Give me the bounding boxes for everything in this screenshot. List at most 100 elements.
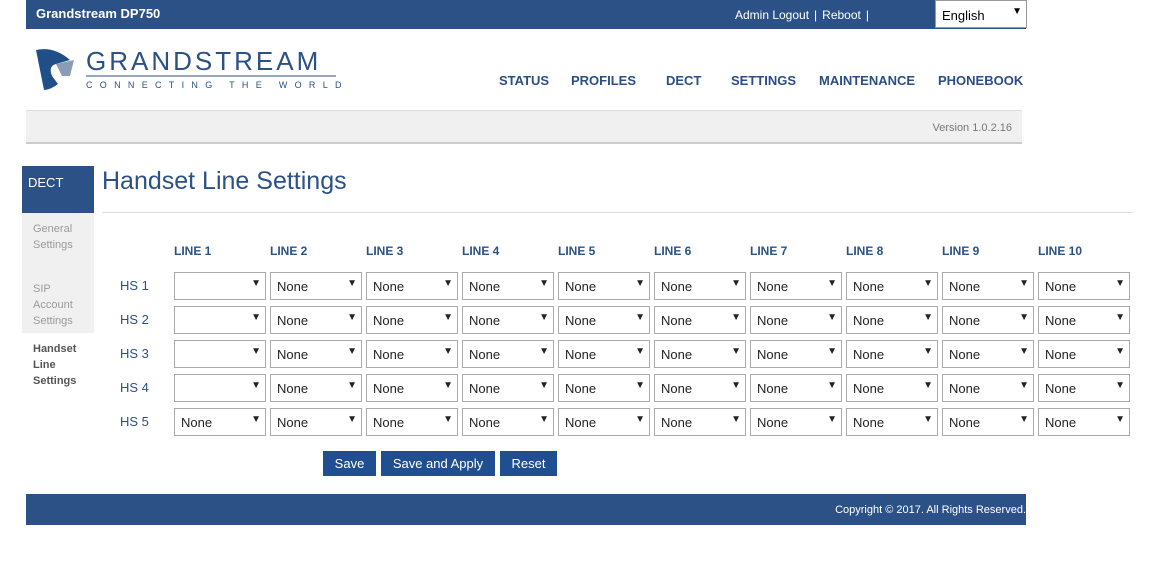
line-select[interactable]: None ▼ [366, 272, 458, 300]
line-select[interactable]: None ▼ [1038, 408, 1130, 436]
chevron-down-icon: ▼ [539, 414, 549, 425]
save-and-apply-button[interactable]: Save and Apply [381, 451, 495, 476]
line-select[interactable]: None ▼ [1038, 306, 1130, 334]
line-select[interactable]: None ▼ [750, 340, 842, 368]
line-select[interactable]: None ▼ [558, 374, 650, 402]
line-select[interactable]: None ▼ [270, 272, 362, 300]
line-select[interactable]: None ▼ [462, 306, 554, 334]
select-value: None [373, 381, 405, 396]
select-value: None [277, 347, 309, 362]
line-select[interactable]: None ▼ [750, 306, 842, 334]
line-select[interactable]: None ▼ [270, 340, 362, 368]
line-select[interactable]: None ▼ [846, 306, 938, 334]
select-value: None [661, 347, 693, 362]
chevron-down-icon: ▼ [731, 312, 741, 323]
line-select[interactable]: None ▼ [462, 340, 554, 368]
nav-profiles[interactable]: PROFILES [571, 73, 636, 88]
line-select[interactable]: None ▼ [174, 408, 266, 436]
line-select[interactable]: None ▼ [366, 340, 458, 368]
sidebar-item-label: Account [33, 299, 73, 311]
select-value: None [373, 313, 405, 328]
line-select[interactable]: None ▼ [462, 374, 554, 402]
chevron-down-icon: ▼ [635, 380, 645, 391]
line-select[interactable]: None ▼ [270, 374, 362, 402]
chevron-down-icon: ▼ [539, 278, 549, 289]
line-select[interactable]: None ▼ [654, 408, 746, 436]
sidebar-item-2[interactable]: Handset Line Settings [22, 333, 94, 393]
line-select[interactable]: None ▼ [1038, 340, 1130, 368]
line-select[interactable]: None ▼ [558, 408, 650, 436]
nav-phonebook[interactable]: PHONEBOOK [938, 73, 1023, 88]
top-bar: Grandstream DP750 Admin Logout | Reboot | [26, 0, 1026, 29]
sidebar-item-label: Handset [33, 343, 77, 355]
line-select[interactable]: None ▼ [462, 408, 554, 436]
line-select[interactable]: None ▼ [846, 340, 938, 368]
column-header: LINE 1 [174, 244, 212, 258]
chevron-down-icon: ▼ [1115, 414, 1125, 425]
line-select[interactable]: None ▼ [558, 340, 650, 368]
line-select[interactable]: None ▼ [942, 306, 1034, 334]
chevron-down-icon: ▼ [539, 380, 549, 391]
reboot-link[interactable]: Reboot [822, 8, 861, 22]
line-select[interactable]: None ▼ [750, 374, 842, 402]
save-button[interactable]: Save [323, 451, 376, 476]
select-value: None [469, 313, 501, 328]
select-value: None [661, 415, 693, 430]
svg-text:GRANDSTREAM: GRANDSTREAM [86, 46, 321, 76]
chevron-down-icon: ▼ [923, 414, 933, 425]
chevron-down-icon: ▼ [827, 380, 837, 391]
select-value: None [853, 381, 885, 396]
nav-settings[interactable]: SETTINGS [731, 73, 796, 88]
chevron-down-icon: ▼ [731, 278, 741, 289]
select-value: None [277, 381, 309, 396]
line-select[interactable]: None ▼ [654, 340, 746, 368]
line-select[interactable]: None ▼ [750, 272, 842, 300]
chevron-down-icon: ▼ [1019, 346, 1029, 357]
line-select[interactable]: None ▼ [750, 408, 842, 436]
chevron-down-icon: ▼ [923, 346, 933, 357]
line-select[interactable]: None ▼ [270, 408, 362, 436]
nav-maintenance[interactable]: MAINTENANCE [819, 73, 915, 88]
line-select[interactable]: None ▼ [558, 306, 650, 334]
line-select[interactable]: None ▼ [558, 272, 650, 300]
line-select[interactable]: None ▼ [654, 374, 746, 402]
admin-logout-link[interactable]: Admin Logout [735, 8, 809, 22]
column-header: LINE 5 [558, 244, 596, 258]
line-select[interactable]: ▼ [174, 306, 266, 334]
select-value: None [661, 313, 693, 328]
footer: Copyright © 2017. All Rights Reserved. [26, 494, 1026, 525]
line-select[interactable]: ▼ [174, 374, 266, 402]
reset-button[interactable]: Reset [500, 451, 557, 476]
line-select[interactable]: None ▼ [654, 272, 746, 300]
line-select[interactable]: None ▼ [270, 306, 362, 334]
language-select[interactable]: English ▼ [935, 0, 1027, 28]
select-value: None [277, 415, 309, 430]
line-select[interactable]: None ▼ [366, 374, 458, 402]
line-select[interactable]: ▼ [174, 272, 266, 300]
line-select[interactable]: ▼ [174, 340, 266, 368]
chevron-down-icon: ▼ [539, 312, 549, 323]
line-select[interactable]: None ▼ [1038, 272, 1130, 300]
line-select[interactable]: None ▼ [942, 374, 1034, 402]
line-select[interactable]: None ▼ [846, 408, 938, 436]
nav-dect[interactable]: DECT [666, 73, 701, 88]
select-value: None [757, 347, 789, 362]
line-select[interactable]: None ▼ [462, 272, 554, 300]
line-select[interactable]: None ▼ [942, 340, 1034, 368]
sidebar-item-1[interactable]: SIP Account Settings [22, 273, 94, 333]
select-value: None [949, 279, 981, 294]
line-select[interactable]: None ▼ [942, 272, 1034, 300]
select-value: None [469, 279, 501, 294]
line-select[interactable]: None ▼ [366, 408, 458, 436]
nav-status[interactable]: STATUS [499, 73, 549, 88]
line-select[interactable]: None ▼ [846, 272, 938, 300]
line-select[interactable]: None ▼ [366, 306, 458, 334]
sidebar-item-label: Settings [33, 375, 77, 387]
line-select[interactable]: None ▼ [942, 408, 1034, 436]
select-value: None [565, 415, 597, 430]
sidebar-item-0[interactable]: General Settings [22, 213, 94, 273]
line-select[interactable]: None ▼ [654, 306, 746, 334]
line-select[interactable]: None ▼ [1038, 374, 1130, 402]
chevron-down-icon: ▼ [635, 312, 645, 323]
line-select[interactable]: None ▼ [846, 374, 938, 402]
